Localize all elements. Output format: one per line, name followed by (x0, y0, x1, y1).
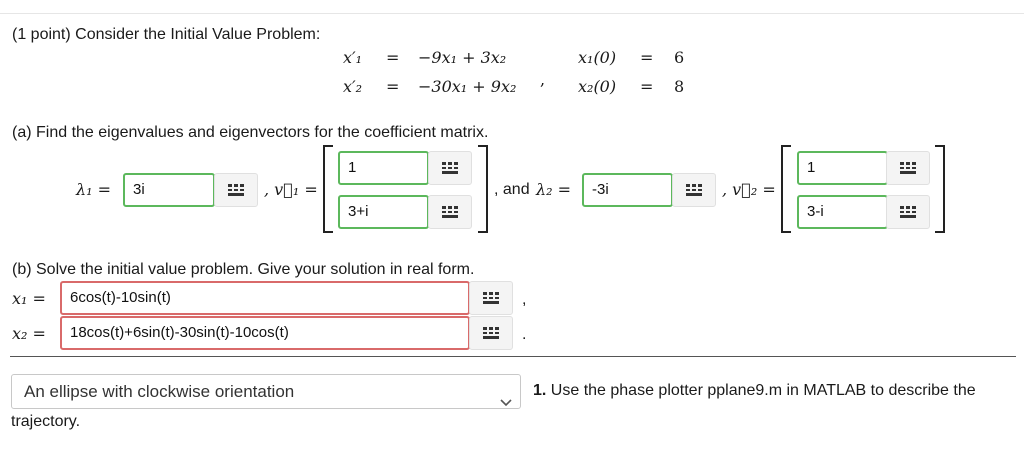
ic1-lhs: x₁(0) (578, 48, 617, 67)
question-1-text: 1. Use the phase plotter pplane9.m in MA… (533, 382, 976, 400)
v1-top-input[interactable]: 1 (338, 151, 429, 185)
part-b-prompt: (b) Solve the initial value problem. Giv… (12, 261, 475, 278)
ivp-lhs-1: x′₁ (343, 48, 363, 67)
grid-keyboard-icon[interactable] (886, 195, 930, 229)
v2-right-bracket (935, 145, 945, 233)
ic2-value: 8 (674, 77, 685, 96)
grid-keyboard-icon[interactable] (428, 151, 472, 185)
top-divider (0, 13, 1024, 14)
ivp-eq-2: = (386, 77, 400, 96)
ivp-comma: , (540, 70, 546, 89)
x1-label: x₁ = (12, 289, 46, 308)
trajectory-select-value: An ellipse with clockwise orientation (24, 382, 295, 401)
grid-keyboard-icon[interactable] (469, 281, 513, 315)
v2-bottom-input[interactable]: 3-i (797, 195, 888, 229)
lambda2-label: λ₂ = (536, 180, 572, 199)
v1-right-bracket (478, 145, 488, 233)
problem-header: (1 point) Consider the Initial Value Pro… (12, 26, 320, 44)
lambda2-input[interactable]: -3i (582, 173, 673, 207)
grid-keyboard-icon[interactable] (214, 173, 258, 207)
v1-left-bracket (323, 145, 333, 233)
v2-top-input[interactable]: 1 (797, 151, 888, 185)
v2-left-bracket (781, 145, 791, 233)
ic2-lhs: x₂(0) (578, 77, 617, 96)
chevron-down-icon (500, 385, 512, 418)
ivp-eq-1: = (386, 48, 400, 67)
v1-bottom-input[interactable]: 3+i (338, 195, 429, 229)
question-number: 1. (533, 382, 547, 399)
ic1-value: 6 (674, 48, 685, 67)
points-label: (1 point) (12, 26, 71, 43)
ic1-eq: = (640, 48, 654, 67)
grid-keyboard-icon[interactable] (428, 195, 472, 229)
grid-keyboard-icon[interactable] (469, 316, 513, 350)
v2-label: , v⃗₂ = (722, 180, 776, 199)
question-1-continuation: trajectory. (11, 413, 81, 430)
x2-label: x₂ = (12, 324, 46, 343)
part-a-prompt: (a) Find the eigenvalues and eigenvector… (12, 124, 489, 141)
trajectory-select[interactable]: An ellipse with clockwise orientation (11, 374, 521, 409)
ivp-rhs-1: −9x₁ + 3x₂ (418, 48, 507, 67)
x2-trailing-period: . (522, 326, 527, 343)
and-label: , and (494, 181, 530, 198)
v1-label: , v⃗₁ = (264, 180, 318, 199)
x2-input[interactable]: 18cos(t)+6sin(t)-30sin(t)-10cos(t) (60, 316, 470, 350)
ic2-eq: = (640, 77, 654, 96)
problem-prompt: Consider the Initial Value Problem: (75, 26, 321, 43)
question-1-prompt: Use the phase plotter pplane9.m in MATLA… (550, 382, 976, 399)
section-divider (10, 356, 1016, 357)
x1-trailing-comma: , (522, 291, 527, 308)
ivp-rhs-2: −30x₁ + 9x₂ (418, 77, 517, 96)
x1-input[interactable]: 6cos(t)-10sin(t) (60, 281, 470, 315)
lambda1-label: λ₁ = (76, 180, 112, 199)
lambda1-input[interactable]: 3i (123, 173, 215, 207)
ivp-lhs-2: x′₂ (343, 77, 363, 96)
grid-keyboard-icon[interactable] (672, 173, 716, 207)
grid-keyboard-icon[interactable] (886, 151, 930, 185)
